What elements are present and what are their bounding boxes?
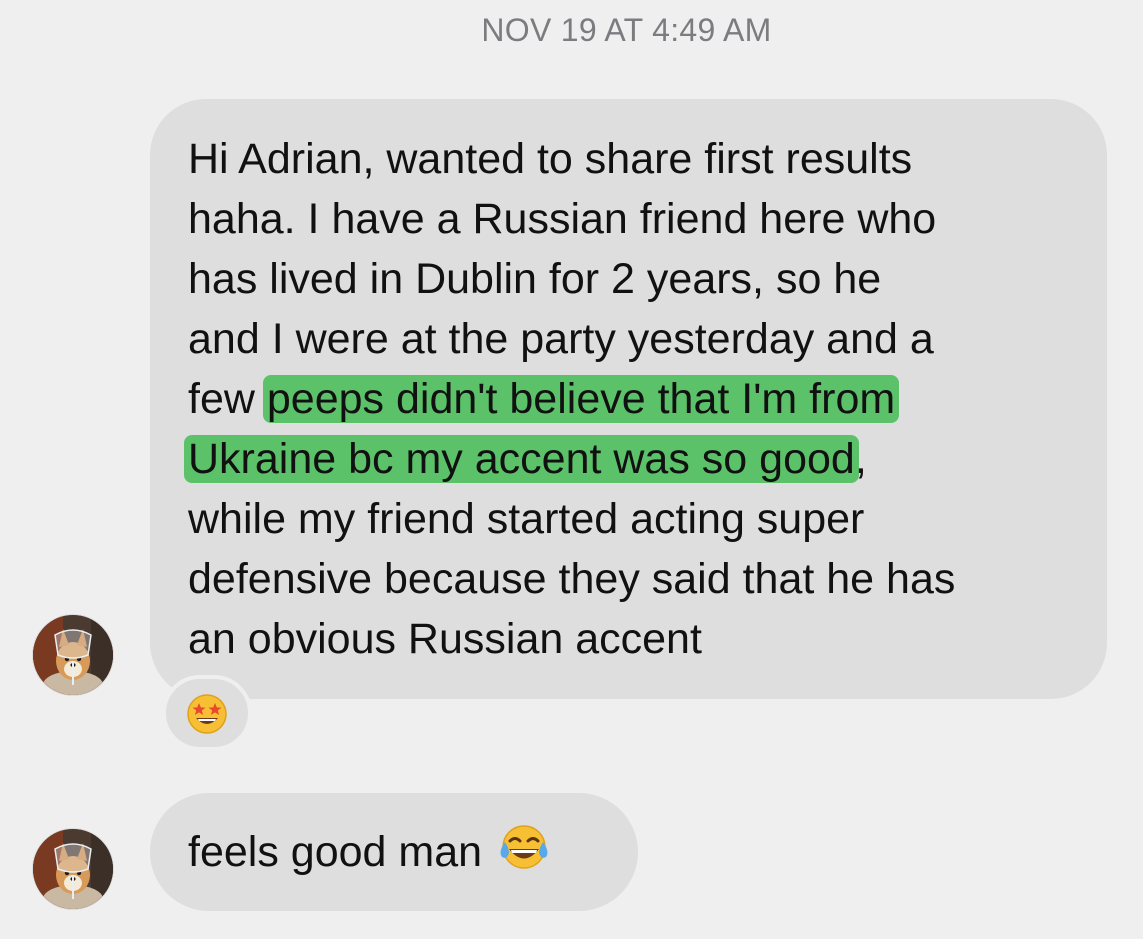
- message-text-segment: feels good man: [188, 828, 483, 876]
- message-timestamp: NOV 19 AT 4:49 AM: [481, 12, 772, 48]
- message-text-segment: ,: [854, 435, 867, 483]
- sender-avatar[interactable]: [33, 829, 113, 909]
- message-reaction[interactable]: [162, 675, 252, 751]
- message-line: haha. I have a Russian friend here who: [188, 195, 937, 243]
- star-struck-emoji-icon: [187, 694, 227, 734]
- message-line: an obvious Russian accent: [188, 615, 702, 663]
- message-text: Hi Adrian, wanted to share first results…: [184, 129, 956, 669]
- message-line: Ukraine bc my accent was so good,: [184, 429, 955, 489]
- chat-screen: NOV 19 AT 4:49 AM Hi Adrian, wanted to s…: [0, 0, 1143, 939]
- message-text: feels good man: [188, 822, 552, 882]
- message-bubble[interactable]: feels good man: [150, 793, 638, 911]
- corgi-avatar-icon: [33, 829, 113, 909]
- message-text-segment: few: [188, 375, 267, 423]
- highlighted-text: Ukraine bc my accent was so good: [184, 435, 859, 483]
- highlighted-text: peeps didn't believe that I'm from: [262, 375, 900, 423]
- message-line: defensive because they said that he has: [188, 555, 956, 603]
- message-bubble[interactable]: Hi Adrian, wanted to share first results…: [150, 99, 1107, 699]
- sender-avatar[interactable]: [33, 615, 113, 695]
- message-line: while my friend started acting super: [188, 495, 865, 543]
- message-line: Hi Adrian, wanted to share first results: [188, 135, 913, 183]
- message-line: and I were at the party yesterday and a: [188, 315, 934, 363]
- corgi-avatar-icon: [33, 615, 113, 695]
- tears-of-joy-emoji-icon: [500, 825, 548, 869]
- message-line: has lived in Dublin for 2 years, so he: [188, 255, 882, 303]
- message-line: few peeps didn't believe that I'm from: [188, 369, 955, 429]
